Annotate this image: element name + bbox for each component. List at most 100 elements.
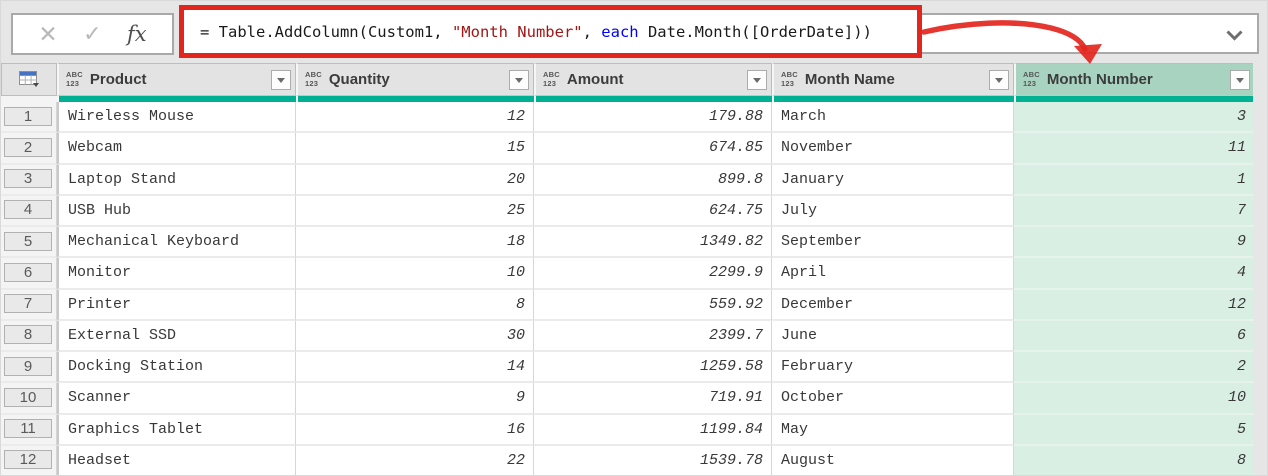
cell-quantity[interactable]: 22 [296, 445, 534, 475]
row-number: 10 [1, 383, 57, 415]
row-number: 1 [1, 102, 57, 134]
cell-month-number[interactable]: 8 [1014, 445, 1255, 475]
right-gutter [1253, 63, 1267, 475]
filter-dropdown-button[interactable] [1230, 69, 1250, 90]
cell-month-number[interactable]: 1 [1014, 164, 1255, 196]
chevron-down-icon[interactable] [1226, 28, 1243, 46]
row-number: 2 [1, 133, 57, 165]
column-header-quantity[interactable]: ABC 123 Quantity [296, 63, 534, 96]
cell-quantity[interactable]: 8 [296, 289, 534, 321]
cell-month-number[interactable]: 7 [1014, 195, 1255, 227]
cell-month-name[interactable]: August [772, 445, 1014, 475]
table-corner-button[interactable] [1, 63, 57, 96]
cell-amount[interactable]: 179.88 [534, 102, 772, 134]
cell-quantity[interactable]: 20 [296, 164, 534, 196]
formula-suffix: Date.Month([OrderDate])) [638, 22, 872, 41]
cell-month-name[interactable]: July [772, 195, 1014, 227]
data-preview-table: ABC 123 Product ABC 123 Quantity ABC 123 Am… [1, 63, 1255, 475]
formula-buttons-box: ✕ ✓ fx [11, 13, 174, 55]
cancel-icon[interactable]: ✕ [38, 22, 57, 46]
filter-dropdown-button[interactable] [989, 69, 1009, 90]
column-type-icon: ABC 123 [305, 70, 322, 88]
cell-quantity[interactable]: 14 [296, 352, 534, 384]
cell-product[interactable]: Printer [57, 289, 296, 321]
cell-amount[interactable]: 899.8 [534, 164, 772, 196]
filter-triangle-icon [753, 78, 761, 83]
row-number: 9 [1, 352, 57, 384]
cell-amount[interactable]: 1259.58 [534, 352, 772, 384]
cell-amount[interactable]: 1349.82 [534, 227, 772, 259]
cell-month-number[interactable]: 12 [1014, 289, 1255, 321]
row-number: 3 [1, 164, 57, 196]
cell-amount[interactable]: 1199.84 [534, 414, 772, 446]
cell-amount[interactable]: 2399.7 [534, 320, 772, 352]
cell-amount[interactable]: 624.75 [534, 195, 772, 227]
row-number: 5 [1, 227, 57, 259]
filter-dropdown-button[interactable] [271, 69, 291, 90]
column-header-month-name[interactable]: ABC 123 Month Name [772, 63, 1014, 96]
column-type-icon: ABC 123 [781, 70, 798, 88]
filter-dropdown-button[interactable] [509, 69, 529, 90]
cell-month-number[interactable]: 2 [1014, 352, 1255, 384]
cell-quantity[interactable]: 10 [296, 258, 534, 290]
cell-quantity[interactable]: 18 [296, 227, 534, 259]
cell-month-name[interactable]: September [772, 227, 1014, 259]
power-query-editor: ✕ ✓ fx = Table.AddColumn(Custom1, "Month… [0, 0, 1268, 476]
column-type-icon: ABC 123 [1023, 70, 1040, 88]
column-header-month-number[interactable]: ABC 123 Month Number [1014, 63, 1255, 96]
cell-product[interactable]: Wireless Mouse [57, 102, 296, 134]
check-icon[interactable]: ✓ [83, 23, 101, 45]
cell-quantity[interactable]: 16 [296, 414, 534, 446]
column-type-icon: ABC 123 [66, 70, 83, 88]
cell-product[interactable]: Webcam [57, 133, 296, 165]
cell-product[interactable]: Headset [57, 445, 296, 475]
cell-month-name[interactable]: June [772, 320, 1014, 352]
column-header-product[interactable]: ABC 123 Product [57, 63, 296, 96]
column-header-label: Quantity [328, 71, 390, 88]
cell-product[interactable]: External SSD [57, 320, 296, 352]
formula-keyword-each: each [601, 22, 639, 41]
cell-product[interactable]: Docking Station [57, 352, 296, 384]
column-header-amount[interactable]: ABC 123 Amount [534, 63, 772, 96]
cell-amount[interactable]: 559.92 [534, 289, 772, 321]
filter-dropdown-button[interactable] [747, 69, 767, 90]
cell-product[interactable]: Mechanical Keyboard [57, 227, 296, 259]
cell-product[interactable]: Graphics Tablet [57, 414, 296, 446]
formula-prefix: = Table.AddColumn(Custom1, [200, 22, 452, 41]
cell-month-name[interactable]: March [772, 102, 1014, 134]
cell-amount[interactable]: 719.91 [534, 383, 772, 415]
cell-product[interactable]: Scanner [57, 383, 296, 415]
cell-quantity[interactable]: 9 [296, 383, 534, 415]
cell-month-name[interactable]: April [772, 258, 1014, 290]
column-header-label: Month Name [804, 71, 895, 88]
cell-amount[interactable]: 674.85 [534, 133, 772, 165]
cell-month-name[interactable]: February [772, 352, 1014, 384]
cell-amount[interactable]: 1539.78 [534, 445, 772, 475]
cell-product[interactable]: Monitor [57, 258, 296, 290]
cell-month-number[interactable]: 10 [1014, 383, 1255, 415]
cell-amount[interactable]: 2299.9 [534, 258, 772, 290]
cell-month-number[interactable]: 4 [1014, 258, 1255, 290]
cell-month-number[interactable]: 3 [1014, 102, 1255, 134]
cell-product[interactable]: Laptop Stand [57, 164, 296, 196]
cell-quantity[interactable]: 12 [296, 102, 534, 134]
cell-month-number[interactable]: 6 [1014, 320, 1255, 352]
cell-quantity[interactable]: 25 [296, 195, 534, 227]
cell-month-name[interactable]: December [772, 289, 1014, 321]
cell-month-name[interactable]: November [772, 133, 1014, 165]
cell-month-number[interactable]: 11 [1014, 133, 1255, 165]
filter-triangle-icon [515, 78, 523, 83]
formula-text[interactable]: = Table.AddColumn(Custom1, "Month Number… [184, 23, 872, 41]
filter-triangle-icon [1236, 78, 1244, 83]
cell-product[interactable]: USB Hub [57, 195, 296, 227]
cell-quantity[interactable]: 30 [296, 320, 534, 352]
cell-month-number[interactable]: 9 [1014, 227, 1255, 259]
row-number: 11 [1, 414, 57, 446]
cell-month-number[interactable]: 5 [1014, 414, 1255, 446]
row-number: 4 [1, 195, 57, 227]
cell-month-name[interactable]: January [772, 164, 1014, 196]
cell-month-name[interactable]: October [772, 383, 1014, 415]
fx-icon[interactable]: fx [127, 22, 147, 46]
cell-quantity[interactable]: 15 [296, 133, 534, 165]
cell-month-name[interactable]: May [772, 414, 1014, 446]
